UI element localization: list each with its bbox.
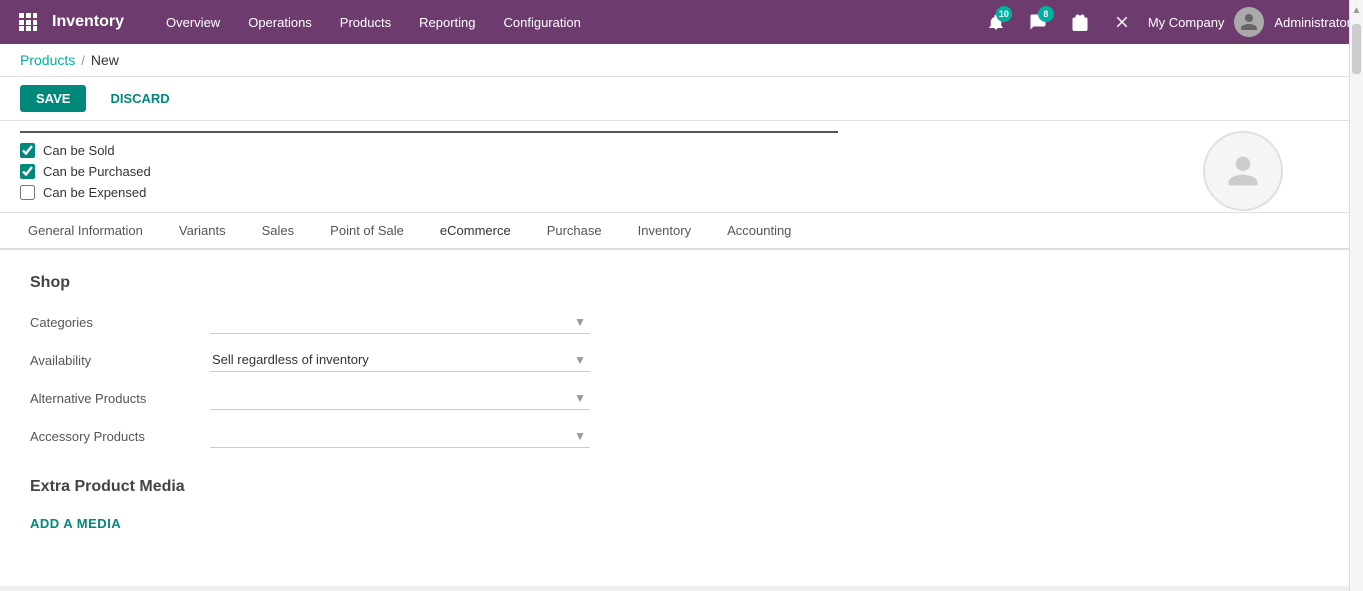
tab-general-information[interactable]: General Information [10,213,161,250]
nav-products[interactable]: Products [326,0,405,44]
messages-icon[interactable]: 8 [1022,6,1054,38]
extra-media-title: Extra Product Media [30,478,1333,496]
avatar[interactable] [1234,7,1264,37]
tab-ecommerce[interactable]: eCommerce [422,213,529,250]
accessory-products-select[interactable] [210,424,590,448]
availability-row: Availability Sell regardless of inventor… [30,348,1333,372]
breadcrumb-parent[interactable]: Products [20,52,75,68]
messages-badge: 8 [1038,6,1054,22]
topnav-right: 10 8 My Company Administrator [980,6,1351,38]
availability-select[interactable]: Sell regardless of inventory Block sales [210,348,590,372]
alternative-products-row: Alternative Products ▼ [30,386,1333,410]
nav-operations[interactable]: Operations [234,0,326,44]
shop-section-title: Shop [30,274,1333,292]
main-content: Can be Sold Can be Purchased Can be Expe… [0,121,1363,586]
tab-point-of-sale[interactable]: Point of Sale [312,213,422,250]
tab-sales[interactable]: Sales [244,213,313,250]
categories-field: ▼ [210,310,590,334]
tab-inventory[interactable]: Inventory [620,213,709,250]
accessory-products-row: Accessory Products ▼ [30,424,1333,448]
add-media-button[interactable]: ADD A MEDIA [30,512,121,535]
notifications-badge: 10 [996,6,1012,22]
close-icon[interactable] [1106,6,1138,38]
nav-overview[interactable]: Overview [152,0,234,44]
checkboxes-section: Can be Sold Can be Purchased Can be Expe… [0,133,1363,213]
breadcrumb-current: New [91,52,119,68]
breadcrumb-separator: / [81,53,85,68]
form-content: Shop Categories ▼ Availability Sell rega… [0,250,1363,559]
tab-accounting[interactable]: Accounting [709,213,809,250]
tab-purchase[interactable]: Purchase [529,213,620,250]
nav-reporting[interactable]: Reporting [405,0,489,44]
user-name[interactable]: Administrator [1274,15,1351,30]
categories-select[interactable] [210,310,590,334]
can-be-expensed-checkbox[interactable] [20,185,35,200]
accessory-products-field: ▼ [210,424,590,448]
product-image[interactable] [1203,131,1283,211]
categories-row: Categories ▼ [30,310,1333,334]
can-be-expensed-label: Can be Expensed [43,185,146,200]
app-name: Inventory [52,13,124,31]
alternative-products-label: Alternative Products [30,391,210,406]
availability-field: Sell regardless of inventory Block sales… [210,348,590,372]
accessory-products-label: Accessory Products [30,429,210,444]
nav-configuration[interactable]: Configuration [489,0,594,44]
alternative-products-field: ▼ [210,386,590,410]
breadcrumb: Products / New [0,44,1363,77]
tab-variants[interactable]: Variants [161,213,244,250]
availability-label: Availability [30,353,210,368]
gift-icon[interactable] [1064,6,1096,38]
categories-label: Categories [30,315,210,330]
can-be-purchased-checkbox[interactable] [20,164,35,179]
action-bar: SAVE DISCARD [0,77,1363,121]
can-be-purchased-row: Can be Purchased [20,164,1343,179]
grid-icon[interactable] [12,6,44,38]
can-be-sold-row: Can be Sold [20,143,1343,158]
company-name[interactable]: My Company [1148,15,1225,30]
can-be-expensed-row: Can be Expensed [20,185,1343,200]
scroll-thumb[interactable] [1352,24,1361,74]
topnav: Inventory Overview Operations Products R… [0,0,1363,44]
topnav-menu: Overview Operations Products Reporting C… [152,0,980,44]
can-be-sold-label: Can be Sold [43,143,115,158]
scrollbar[interactable]: ▲ [1349,0,1363,591]
scroll-up-arrow[interactable]: ▲ [1350,0,1363,20]
save-button[interactable]: SAVE [20,85,86,112]
discard-button[interactable]: DISCARD [94,85,185,112]
tabs-bar: General Information Variants Sales Point… [0,213,1363,250]
can-be-sold-checkbox[interactable] [20,143,35,158]
can-be-purchased-label: Can be Purchased [43,164,151,179]
notifications-icon[interactable]: 10 [980,6,1012,38]
alternative-products-select[interactable] [210,386,590,410]
